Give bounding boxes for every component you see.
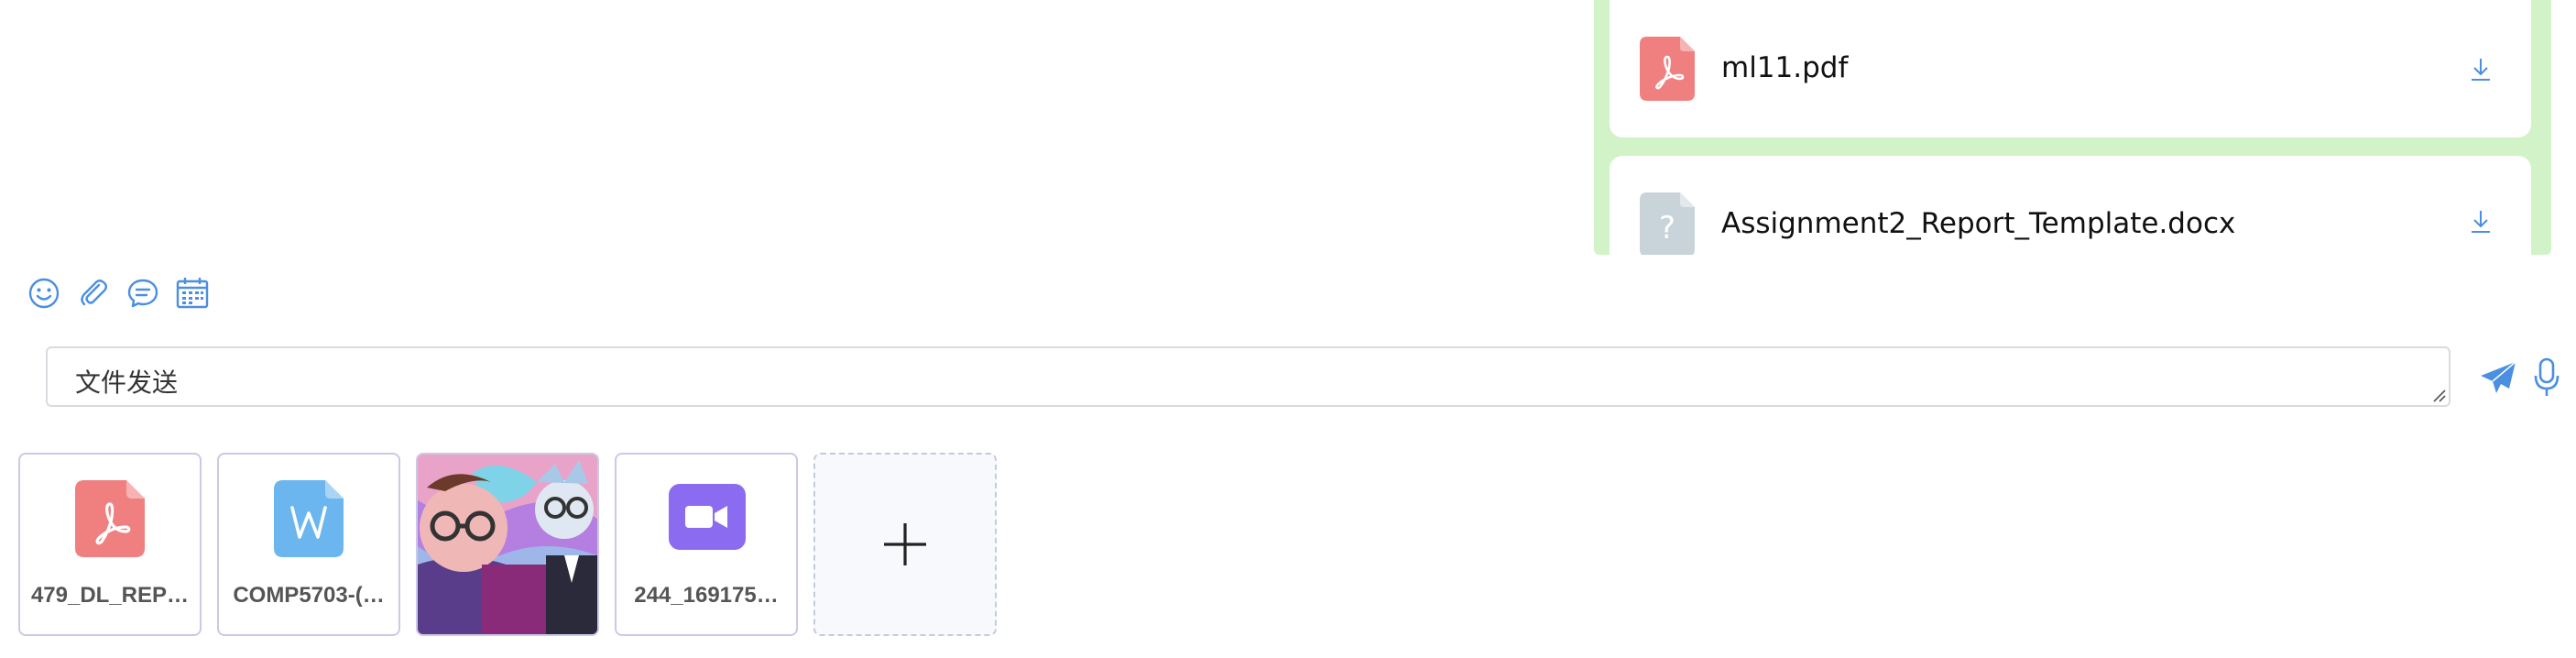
- pdf-file-icon: [1640, 37, 1695, 101]
- composer-toolbar: [26, 275, 211, 315]
- file-name: ml11.pdf: [1721, 51, 1849, 84]
- unknown-file-icon: ?: [1640, 192, 1695, 255]
- plus-icon: [884, 523, 926, 565]
- schedule-button[interactable]: [174, 275, 211, 312]
- file-message-card[interactable]: ? Assignment2_Report_Template.docx: [1610, 156, 2531, 255]
- quick-reply-button[interactable]: [125, 275, 161, 312]
- emoji-icon: [28, 278, 60, 309]
- attachment-item-pdf[interactable]: 479_DL_REP…: [18, 453, 202, 636]
- attachment-item-word[interactable]: COMP5703-(…: [217, 453, 400, 636]
- attachment-tray: 479_DL_REP… COMP5703-(… 244_169175…: [18, 453, 997, 636]
- pdf-file-icon: [75, 480, 145, 557]
- image-thumbnail: [418, 455, 597, 634]
- attachment-name: 479_DL_REP…: [30, 583, 190, 608]
- microphone-icon[interactable]: [2533, 357, 2560, 398]
- message-list[interactable]: ml11.pdf ? Assignment2_Report_Template.d…: [0, 0, 2576, 255]
- chat-bubble-icon: [127, 279, 158, 308]
- emoji-button[interactable]: [26, 275, 62, 312]
- file-message-card[interactable]: ml11.pdf: [1610, 0, 2531, 137]
- download-icon[interactable]: [2469, 57, 2493, 82]
- attach-button[interactable]: [75, 275, 112, 312]
- svg-text:?: ?: [1659, 210, 1675, 247]
- chat-window: ml11.pdf ? Assignment2_Report_Template.d…: [0, 0, 2576, 658]
- calendar-icon: [176, 278, 209, 309]
- attachment-name: 244_169175…: [634, 583, 779, 608]
- add-attachment-button[interactable]: [813, 453, 997, 636]
- resize-handle-icon[interactable]: [2430, 387, 2447, 403]
- attachment-name: COMP5703-(…: [233, 583, 385, 608]
- send-icon[interactable]: [2479, 360, 2517, 395]
- attachment-item-video[interactable]: 244_169175…: [615, 453, 798, 636]
- attachment-item-image[interactable]: [416, 453, 599, 636]
- message-input-container: 文件发送: [46, 346, 2450, 407]
- video-file-icon: [669, 484, 746, 550]
- download-icon[interactable]: [2469, 209, 2493, 235]
- word-file-icon: [274, 480, 344, 557]
- file-name: Assignment2_Report_Template.docx: [1721, 207, 2236, 240]
- message-input[interactable]: 文件发送: [48, 348, 2449, 405]
- attachment-icon: [81, 280, 107, 306]
